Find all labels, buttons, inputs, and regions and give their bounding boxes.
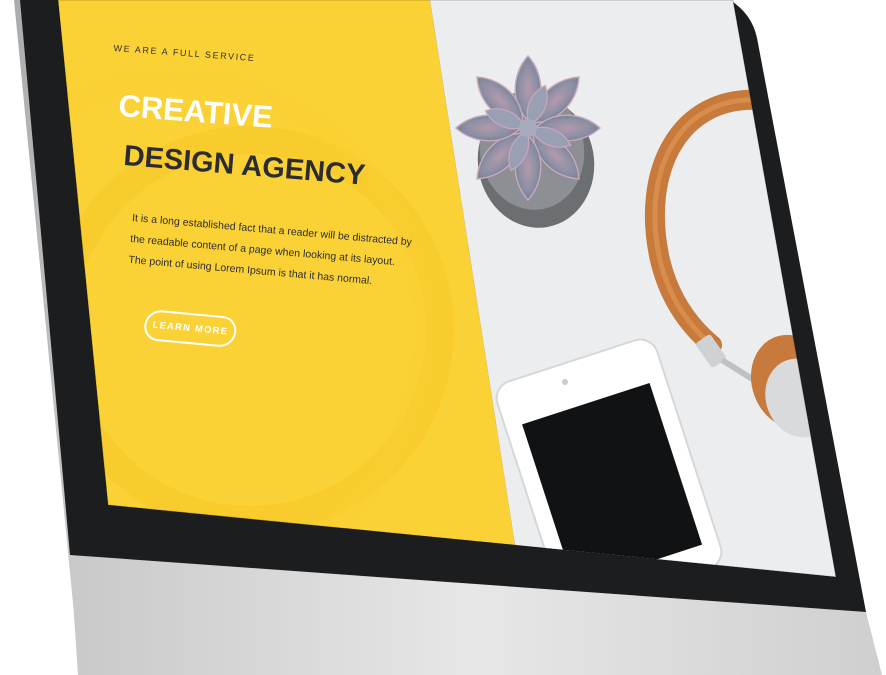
imac-mockup: WE ARE A FULL SERVICE CREATIVE DESIGN AG… [0,0,886,675]
hero-tagline: WE ARE A FULL SERVICE [113,43,256,64]
hero-title-line1: CREATIVE [117,88,274,135]
hero-body-text: It is a long established fact that a rea… [127,211,413,288]
hero-title-line2: DESIGN AGENCY [122,140,367,192]
learn-more-button[interactable]: LEARN MORE [141,309,239,349]
hero-content: WE ARE A FULL SERVICE CREATIVE DESIGN AG… [0,0,886,675]
